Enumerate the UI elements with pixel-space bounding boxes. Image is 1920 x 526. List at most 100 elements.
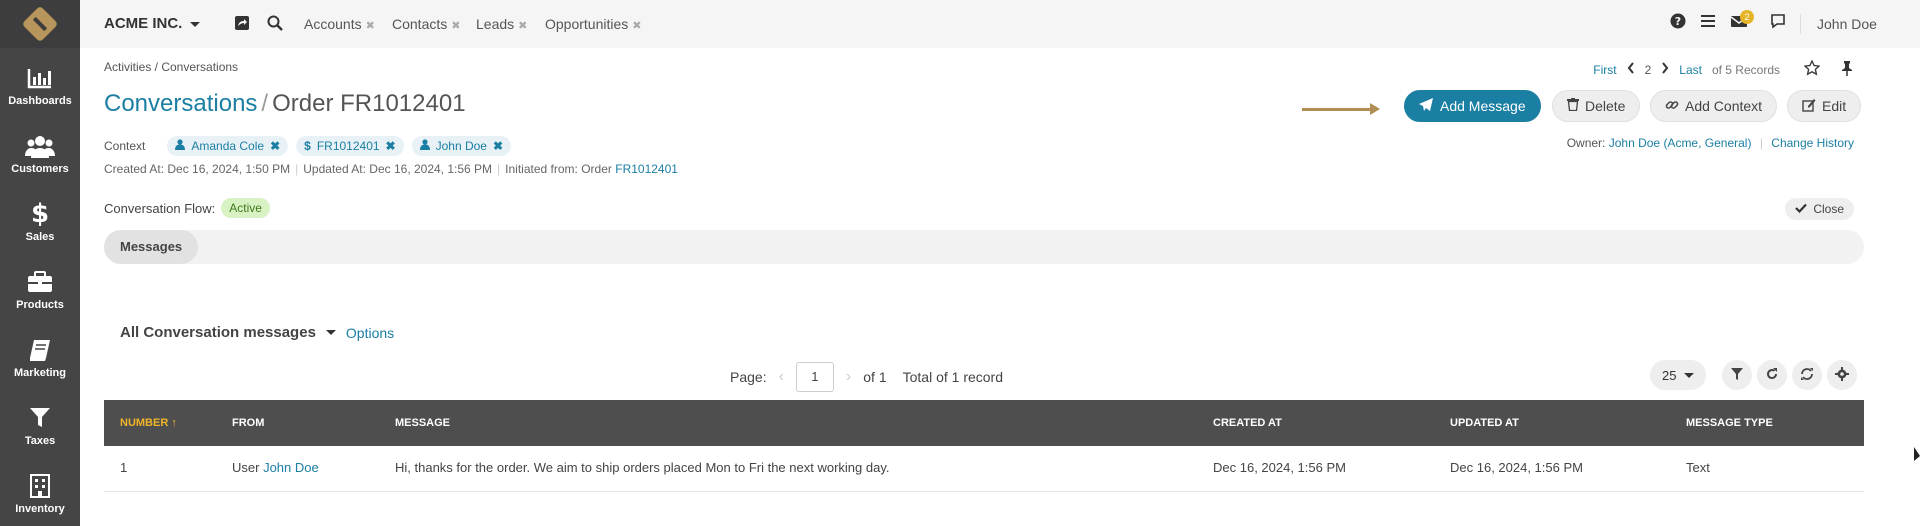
sidebar-item-taxes[interactable]: Taxes (0, 392, 80, 460)
organization-switcher[interactable]: ACME INC. (104, 15, 201, 32)
filter-button[interactable] (1722, 360, 1752, 390)
chevron-left-icon[interactable] (1627, 62, 1635, 77)
column-header-number[interactable]: NUMBER ↑ (120, 417, 177, 429)
context-chip[interactable]: Amanda Cole ✖ (167, 136, 289, 156)
reset-button[interactable] (1757, 360, 1787, 390)
nav-tab-opportunities[interactable]: Opportunities ✖ (545, 16, 642, 32)
pager-last-link[interactable]: Last (1679, 63, 1702, 77)
divider: | (497, 162, 501, 176)
table-row[interactable]: 1 User John Doe Hi, thanks for the order… (104, 446, 1864, 492)
context-chip[interactable]: John Doe ✖ (411, 136, 512, 156)
gear-icon (1835, 366, 1849, 384)
close-icon[interactable]: ✖ (518, 20, 527, 32)
building-icon (30, 473, 50, 499)
context-chip-label: Amanda Cole (191, 139, 265, 153)
sidebar-item-inventory[interactable]: Inventory (0, 460, 80, 526)
help-icon[interactable]: ? (1670, 13, 1686, 32)
tab-messages[interactable]: Messages (104, 230, 199, 264)
close-icon[interactable]: ✖ (451, 20, 460, 32)
updated-at: Updated At: Dec 16, 2024, 1:56 PM (303, 162, 493, 176)
add-context-button[interactable]: Add Context (1650, 90, 1778, 122)
grid-view-selector: All Conversation messages Options (120, 324, 394, 341)
sidebar-item-label: Dashboards (8, 95, 72, 107)
pager-first-link[interactable]: First (1593, 63, 1616, 77)
edit-button[interactable]: Edit (1787, 90, 1862, 122)
nav-tab-contacts[interactable]: Contacts ✖ (392, 16, 460, 32)
close-icon[interactable]: ✖ (493, 139, 503, 153)
chevron-right-icon[interactable]: › (846, 368, 851, 386)
check-icon (1795, 202, 1808, 216)
record-meta: Created At: Dec 16, 2024, 1:50 PM | Update… (104, 162, 678, 176)
context-chip[interactable]: $ FR1012401 ✖ (296, 136, 404, 156)
column-header-created-at[interactable]: CREATED AT (1213, 417, 1282, 429)
change-history-link[interactable]: Change History (1771, 136, 1854, 150)
add-context-label: Add Context (1685, 98, 1763, 114)
sidebar-item-products[interactable]: Products (0, 256, 80, 324)
filter-icon (1731, 367, 1743, 383)
column-header-from[interactable]: FROM (232, 417, 264, 429)
search-icon[interactable] (267, 15, 283, 34)
title-record: Order FR1012401 (272, 90, 466, 117)
chevron-right-icon[interactable] (1661, 62, 1669, 77)
initiated-link[interactable]: FR1012401 (615, 162, 678, 176)
title-parent-link[interactable]: Conversations (104, 90, 257, 117)
page-title: Conversations / Order FR1012401 (104, 90, 466, 118)
nav-tab-label: Leads (476, 16, 515, 32)
column-label: NUMBER (120, 417, 169, 429)
sort-asc-icon: ↑ (171, 417, 177, 429)
status-badge: Active (221, 198, 270, 218)
sidebar-item-sales[interactable]: $ Sales (0, 188, 80, 256)
nav-tab-leads[interactable]: Leads ✖ (476, 16, 527, 32)
nav-tab-label: Contacts (392, 16, 448, 32)
email-icon[interactable]: 2 (1730, 10, 1754, 32)
nav-tab-label: Opportunities (545, 16, 629, 32)
sidebar-item-label: Products (16, 299, 64, 311)
add-message-button[interactable]: Add Message (1404, 90, 1541, 122)
column-header-message-type[interactable]: MESSAGE TYPE (1686, 417, 1773, 429)
close-conversation-button[interactable]: Close (1785, 198, 1854, 220)
refresh-icon (1800, 367, 1814, 384)
share-icon[interactable] (234, 15, 250, 34)
user-menu[interactable]: John Doe (1817, 16, 1877, 32)
close-icon[interactable]: ✖ (386, 139, 396, 153)
sidebar-item-dashboards[interactable]: Dashboards (0, 52, 80, 120)
refresh-button[interactable] (1792, 360, 1822, 390)
chevron-left-icon[interactable]: ‹ (779, 368, 784, 386)
cell-message-type: Text (1686, 460, 1710, 475)
breadcrumb: Activities / Conversations (104, 60, 239, 74)
pin-icon[interactable] (1840, 60, 1854, 79)
context-label: Context (104, 139, 146, 153)
initiated-from: Initiated from: Order (505, 162, 612, 176)
column-header-updated-at[interactable]: UPDATED AT (1450, 417, 1519, 429)
logo[interactable] (0, 0, 80, 48)
divider: | (295, 162, 299, 176)
owner-link[interactable]: John Doe (Acme, General) (1609, 136, 1752, 150)
close-icon[interactable]: ✖ (632, 20, 641, 32)
total-records: Total of 1 record (902, 369, 1003, 385)
cell-message: Hi, thanks for the order. We aim to ship… (395, 460, 890, 475)
bar-chart-icon (27, 65, 53, 91)
chat-icon[interactable] (1770, 13, 1786, 32)
settings-button[interactable] (1827, 360, 1857, 390)
column-header-message[interactable]: MESSAGE (395, 417, 450, 429)
sidebar-item-label: Sales (25, 231, 55, 243)
star-icon[interactable] (1803, 59, 1821, 79)
page-size-selector[interactable]: 25 (1650, 360, 1707, 390)
cell-created-at: Dec 16, 2024, 1:56 PM (1213, 460, 1346, 475)
sidebar-item-marketing[interactable]: Marketing (0, 324, 80, 392)
close-icon[interactable]: ✖ (366, 20, 375, 32)
close-icon[interactable]: ✖ (270, 139, 280, 153)
from-user-link[interactable]: John Doe (263, 460, 319, 475)
sidebar-item-customers[interactable]: Customers (0, 120, 80, 188)
menu-icon[interactable] (1700, 13, 1716, 32)
chevron-down-icon[interactable] (325, 330, 336, 335)
nav-tab-accounts[interactable]: Accounts ✖ (304, 16, 375, 32)
divider: | (1759, 136, 1763, 150)
divider (1800, 14, 1801, 34)
table-header: NUMBER ↑ FROM MESSAGE CREATED AT UPDATED… (104, 400, 1864, 446)
grid-title[interactable]: All Conversation messages (120, 324, 316, 341)
book-icon (28, 337, 52, 363)
delete-button[interactable]: Delete (1552, 90, 1641, 122)
grid-options-link[interactable]: Options (346, 325, 394, 341)
page-input[interactable]: 1 (795, 362, 834, 392)
